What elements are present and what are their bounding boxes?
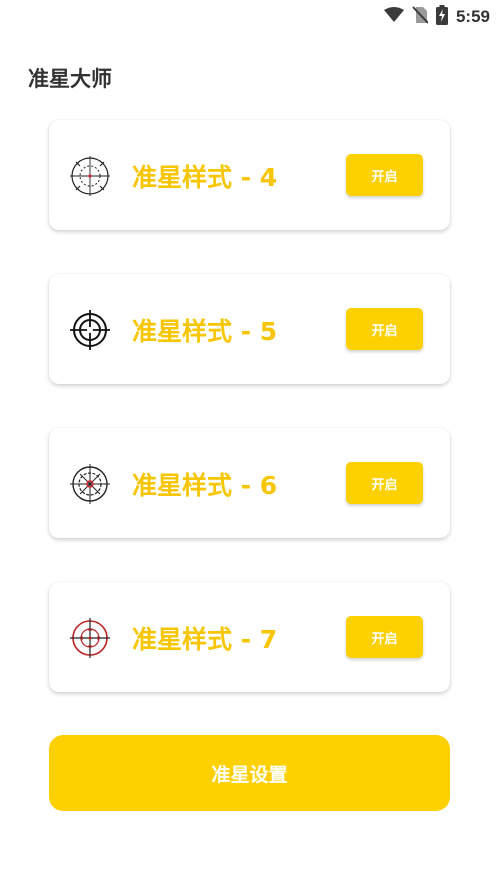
status-bar: 5:59 [0,0,500,34]
crosshair-style-7-icon [69,617,111,659]
wifi-icon [383,7,404,27]
crosshair-card-4: 准星样式 - 4 开启 [49,120,450,230]
crosshair-style-5-icon [69,309,111,351]
no-sim-icon [412,6,429,28]
crosshair-card-5: 准星样式 - 5 开启 [49,274,450,384]
enable-button[interactable]: 开启 [346,616,423,658]
crosshair-card-6: 准星样式 - 6 开启 [49,428,450,538]
crosshair-label: 准星样式 - 5 [132,317,278,346]
battery-charging-icon [435,5,448,29]
crosshair-card-7: 准星样式 - 7 开启 [49,582,450,692]
page-title: 准星大师 [28,67,112,91]
crosshair-settings-button[interactable]: 准星设置 [49,735,450,811]
crosshair-label: 准星样式 - 4 [132,163,278,192]
enable-button[interactable]: 开启 [346,462,423,504]
enable-button[interactable]: 开启 [346,308,423,350]
status-time: 5:59 [455,7,490,26]
enable-button[interactable]: 开启 [346,154,423,196]
crosshair-style-4-icon [69,155,111,197]
crosshair-style-6-icon [69,463,111,505]
crosshair-label: 准星样式 - 7 [132,625,278,654]
crosshair-label: 准星样式 - 6 [132,471,278,500]
